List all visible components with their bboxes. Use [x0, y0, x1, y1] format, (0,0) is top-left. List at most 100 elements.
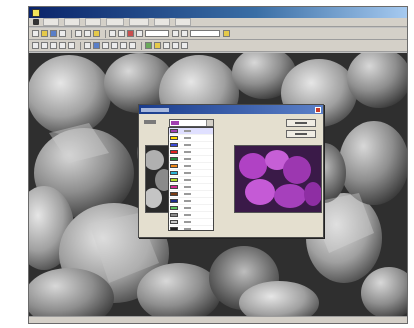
menu-window[interactable]	[154, 18, 170, 26]
color-swatch	[170, 171, 178, 175]
color-option[interactable]	[169, 191, 213, 198]
close-icon[interactable]	[315, 106, 321, 113]
color-option[interactable]	[169, 156, 213, 163]
color-swatch	[170, 143, 178, 147]
color-option-label	[184, 165, 191, 167]
color-dropdown[interactable]	[169, 119, 214, 127]
color-option[interactable]	[169, 226, 213, 230]
value-field[interactable]	[190, 30, 220, 37]
threshold-icon[interactable]	[129, 42, 136, 49]
color-swatch	[170, 199, 178, 203]
color-option-label	[184, 228, 191, 230]
color-icon[interactable]	[223, 30, 230, 37]
color-option-label	[184, 207, 191, 209]
color-overlay-dialog	[138, 104, 324, 238]
ellipse-icon[interactable]	[59, 42, 66, 49]
color-swatch	[170, 136, 178, 140]
overlay-icon[interactable]	[154, 42, 161, 49]
text-icon[interactable]	[84, 42, 91, 49]
print-icon[interactable]	[59, 30, 66, 37]
color-option[interactable]	[169, 184, 213, 191]
color-option[interactable]	[169, 219, 213, 226]
color-option[interactable]	[169, 135, 213, 142]
status-bar	[29, 316, 407, 323]
copy-icon[interactable]	[84, 30, 91, 37]
ok-button[interactable]	[286, 119, 316, 127]
color-swatch	[170, 227, 178, 230]
grid-icon[interactable]	[163, 42, 170, 49]
color-option[interactable]	[169, 163, 213, 170]
color-option[interactable]	[169, 177, 213, 184]
zoom-in-icon[interactable]	[127, 30, 134, 37]
color-option[interactable]	[169, 149, 213, 156]
menu-edit[interactable]	[64, 18, 80, 26]
chevron-down-icon[interactable]	[206, 120, 213, 126]
color-swatch	[170, 213, 178, 217]
color-option[interactable]	[169, 142, 213, 149]
title-bar[interactable]	[29, 7, 407, 18]
menu-file[interactable]	[43, 18, 59, 26]
color-option[interactable]	[169, 212, 213, 219]
fill-icon[interactable]	[93, 42, 100, 49]
color-option-label	[184, 214, 191, 216]
color-swatch	[170, 164, 178, 168]
polygon-icon[interactable]	[68, 42, 75, 49]
open-icon[interactable]	[41, 30, 48, 37]
color-option[interactable]	[169, 170, 213, 177]
cancel-button[interactable]	[286, 130, 316, 138]
menu-help[interactable]	[175, 18, 191, 26]
dialog-title	[141, 107, 169, 112]
app-icon	[32, 8, 40, 17]
dialog-title-bar[interactable]	[139, 105, 323, 114]
toolbar-separator	[141, 41, 142, 50]
color-option-label	[184, 158, 191, 160]
rect-icon[interactable]	[50, 42, 57, 49]
pointer-icon[interactable]	[32, 42, 39, 49]
color-option-label	[184, 130, 191, 132]
menu-logo-icon	[33, 19, 39, 25]
brush-icon[interactable]	[102, 42, 109, 49]
color-option-label	[184, 193, 191, 195]
zoom-out-icon[interactable]	[136, 30, 143, 37]
menu-bar	[29, 18, 407, 27]
filter-icon[interactable]	[145, 42, 152, 49]
color-option-label	[184, 186, 191, 188]
color-swatch	[170, 206, 178, 210]
color-swatch	[170, 185, 178, 189]
color-option-label	[184, 179, 191, 181]
undo-icon[interactable]	[109, 30, 116, 37]
color-swatch	[170, 220, 178, 224]
new-icon[interactable]	[32, 30, 39, 37]
menu-image[interactable]	[106, 18, 124, 26]
color-option[interactable]	[169, 198, 213, 205]
info-icon[interactable]	[172, 42, 179, 49]
histogram-icon[interactable]	[120, 42, 127, 49]
ok-button-caption	[295, 122, 307, 124]
color-swatch	[170, 157, 178, 161]
toolbar-separator	[71, 29, 72, 38]
measure-icon[interactable]	[181, 30, 188, 37]
color-swatch	[170, 192, 178, 196]
select-icon[interactable]	[172, 30, 179, 37]
cancel-button-caption	[295, 133, 307, 135]
save-icon[interactable]	[50, 30, 57, 37]
redo-icon[interactable]	[118, 30, 125, 37]
color-dropdown-list[interactable]	[168, 127, 214, 231]
colorized-image-preview	[234, 145, 322, 213]
color-swatch	[170, 129, 178, 133]
toolbar-separator	[80, 41, 81, 50]
paste-icon[interactable]	[93, 30, 100, 37]
color-option[interactable]	[169, 205, 213, 212]
color-option-label	[184, 221, 191, 223]
zoom-field[interactable]	[145, 30, 169, 37]
color-option-label	[184, 151, 191, 153]
eraser-icon[interactable]	[111, 42, 118, 49]
color-option[interactable]	[169, 128, 213, 135]
tools-toolbar	[29, 40, 407, 52]
settings-icon[interactable]	[181, 42, 188, 49]
menu-analysis[interactable]	[129, 18, 149, 26]
toolbar-separator	[105, 29, 106, 38]
cut-icon[interactable]	[75, 30, 82, 37]
line-icon[interactable]	[41, 42, 48, 49]
menu-view[interactable]	[85, 18, 101, 26]
